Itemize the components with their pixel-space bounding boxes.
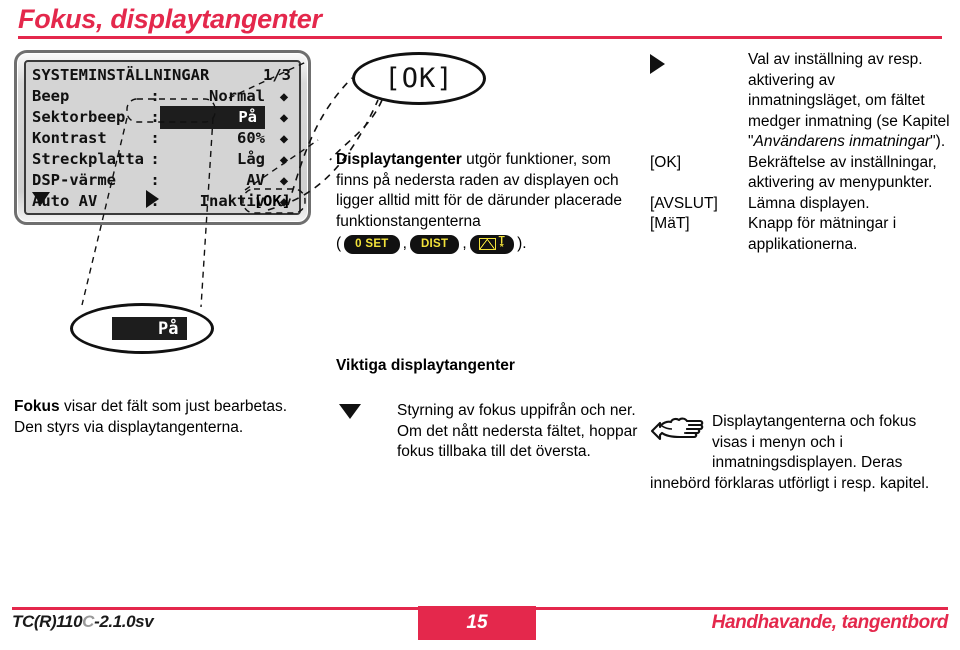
down-triangle-icon bbox=[339, 404, 361, 419]
lcd-row-value: AV bbox=[246, 171, 265, 189]
mat-key-label: [MäT] bbox=[650, 215, 690, 232]
footer-code-outline-char: C bbox=[82, 612, 95, 631]
key-reference-text: Bekräftelse av inställningar, aktivering… bbox=[748, 153, 937, 192]
pointing-hand-svg bbox=[650, 417, 704, 441]
note-block: Displaytangenterna och fokus visas i men… bbox=[650, 412, 950, 494]
lcd-row-colon: : bbox=[150, 108, 160, 126]
displaykeys-paragraph-bold: Displaytangenter bbox=[336, 151, 462, 168]
zero-set-key[interactable]: 0 SET bbox=[344, 234, 400, 254]
ok-key-label: [OK] bbox=[650, 153, 682, 171]
footer-document-code: TC(R)110C-2.1.0sv bbox=[12, 612, 154, 632]
footer-page-number: 15 bbox=[418, 606, 536, 640]
right-arrow-key bbox=[650, 50, 748, 81]
lcd-row-value: 60% bbox=[237, 129, 265, 147]
key-reference-text: Lämna displayen. bbox=[748, 194, 870, 212]
softkey-next-page[interactable] bbox=[102, 189, 254, 213]
key-reference-row-avslut: [AVSLUT] Lämna displayen. bbox=[650, 194, 950, 215]
avslut-key-label: [AVSLUT] bbox=[650, 194, 718, 212]
lcd-row-colon: : bbox=[150, 129, 160, 147]
page-title: Fokus, displaytangenter bbox=[18, 4, 322, 34]
left-right-arrow-icon[interactable]: ◆ bbox=[273, 90, 295, 104]
lcd-row-label: Sektorbeep bbox=[32, 108, 126, 126]
focus-description-paragraph: Fokus visar det fält som just bearbetas.… bbox=[14, 397, 314, 438]
lcd-header-row: SYSTEMINSTÄLLNINGAR 1/3 bbox=[32, 65, 295, 86]
lcd-device: SYSTEMINSTÄLLNINGAR 1/3 Beep : Normal ◆ … bbox=[14, 50, 311, 225]
left-right-arrow-icon[interactable]: ◆ bbox=[273, 153, 295, 167]
manual-page: Fokus, displaytangenter SYSTEMINSTÄLLNIN… bbox=[0, 0, 960, 650]
focus-callout-ellipse: På bbox=[70, 303, 214, 354]
lcd-row-beep[interactable]: Beep : Normal ◆ bbox=[32, 86, 295, 107]
lcd-row-label: Kontrast bbox=[32, 129, 107, 147]
ok-callout-label: [OK] bbox=[384, 63, 454, 94]
focus-down-description: Styrning av fokus uppifrån och ner. Om d… bbox=[397, 402, 638, 460]
title-divider bbox=[18, 36, 942, 39]
softkey-scroll-down[interactable] bbox=[32, 192, 102, 210]
lcd-row-dsp-varme[interactable]: DSP-värme : AV ◆ bbox=[32, 170, 295, 191]
focus-down-arrow bbox=[339, 404, 361, 424]
middle-subheading: Viktiga displaytangenter bbox=[336, 357, 515, 374]
dist-key[interactable]: DIST bbox=[409, 234, 460, 254]
key-reference-row-ok: [OK] Bekräftelse av inställningar, aktiv… bbox=[650, 153, 950, 194]
key-ref-text-italic: Användarens inmatningar bbox=[753, 133, 931, 150]
keys-separator: , bbox=[402, 235, 407, 252]
lcd-screen: SYSTEMINSTÄLLNINGAR 1/3 Beep : Normal ◆ … bbox=[24, 60, 301, 215]
lcd-page-indicator: 1/3 bbox=[263, 66, 291, 84]
key-reference-row-arrow: Val av inställning av resp. aktivering a… bbox=[650, 50, 950, 153]
lcd-row-value: Låg bbox=[237, 150, 265, 168]
lcd-row-colon: : bbox=[150, 171, 160, 189]
key-reference-text: Knapp för mätningar i applikationerna. bbox=[748, 215, 897, 253]
footer-section-title: Handhavande, tangentbord bbox=[711, 612, 949, 633]
lcd-softkey-bar: [OK] bbox=[32, 189, 291, 213]
down-triangle-icon bbox=[32, 192, 50, 205]
left-right-arrow-icon[interactable]: ◆ bbox=[273, 174, 295, 188]
footer-code-pre: TC(R)110 bbox=[12, 612, 83, 631]
lcd-row-label: Beep bbox=[32, 87, 70, 105]
left-right-arrow-icon[interactable]: ◆ bbox=[273, 111, 295, 125]
keys-separator: , bbox=[462, 235, 467, 252]
lcd-row-label: DSP-värme bbox=[32, 171, 116, 189]
key-ref-text-post: "). bbox=[930, 133, 946, 150]
softkey-ok[interactable]: [OK] bbox=[254, 192, 291, 210]
envelope-icon bbox=[478, 238, 496, 251]
lcd-screen-title: SYSTEMINSTÄLLNINGAR bbox=[32, 66, 210, 84]
focus-paragraph-bold: Fokus bbox=[14, 398, 60, 415]
lcd-row-label: Streckplatta bbox=[32, 150, 144, 168]
function-key-list: ( 0 SET , DIST , T * ). bbox=[336, 234, 636, 255]
focus-callout-chip: På bbox=[111, 317, 187, 340]
lcd-row-kontrast[interactable]: Kontrast : 60% ◆ bbox=[32, 128, 295, 149]
pointing-hand-icon bbox=[650, 414, 704, 455]
key-reference-text: Val av inställning av resp. aktivering a… bbox=[748, 50, 950, 153]
lcd-row-value: Normal bbox=[209, 87, 265, 105]
t-star-icon: T * bbox=[498, 235, 506, 254]
right-triangle-icon bbox=[650, 54, 665, 74]
footer-code-post: -2.1.0sv bbox=[94, 612, 154, 631]
envelope-target-key[interactable]: T * bbox=[469, 234, 515, 254]
lcd-row-streckplatta[interactable]: Streckplatta : Låg ◆ bbox=[32, 149, 295, 170]
key-reference-row-mat: [MäT] Knapp för mätningar i applikatione… bbox=[650, 214, 950, 255]
lcd-row-colon: : bbox=[150, 150, 160, 168]
left-right-arrow-icon[interactable]: ◆ bbox=[273, 132, 295, 146]
lcd-row-value-focused: På bbox=[160, 106, 265, 129]
keys-prefix: ( bbox=[336, 235, 342, 252]
key-reference-list: Val av inställning av resp. aktivering a… bbox=[650, 50, 950, 255]
right-triangle-icon bbox=[146, 189, 159, 208]
lcd-row-sektorbeep[interactable]: Sektorbeep : På ◆ bbox=[32, 106, 295, 129]
ok-callout-ellipse: [OK] bbox=[352, 52, 486, 105]
lcd-row-colon: : bbox=[150, 87, 160, 105]
keys-suffix: ). bbox=[517, 235, 527, 252]
displaykeys-paragraph: Displaytangenter utgör funktioner, som f… bbox=[336, 150, 636, 255]
